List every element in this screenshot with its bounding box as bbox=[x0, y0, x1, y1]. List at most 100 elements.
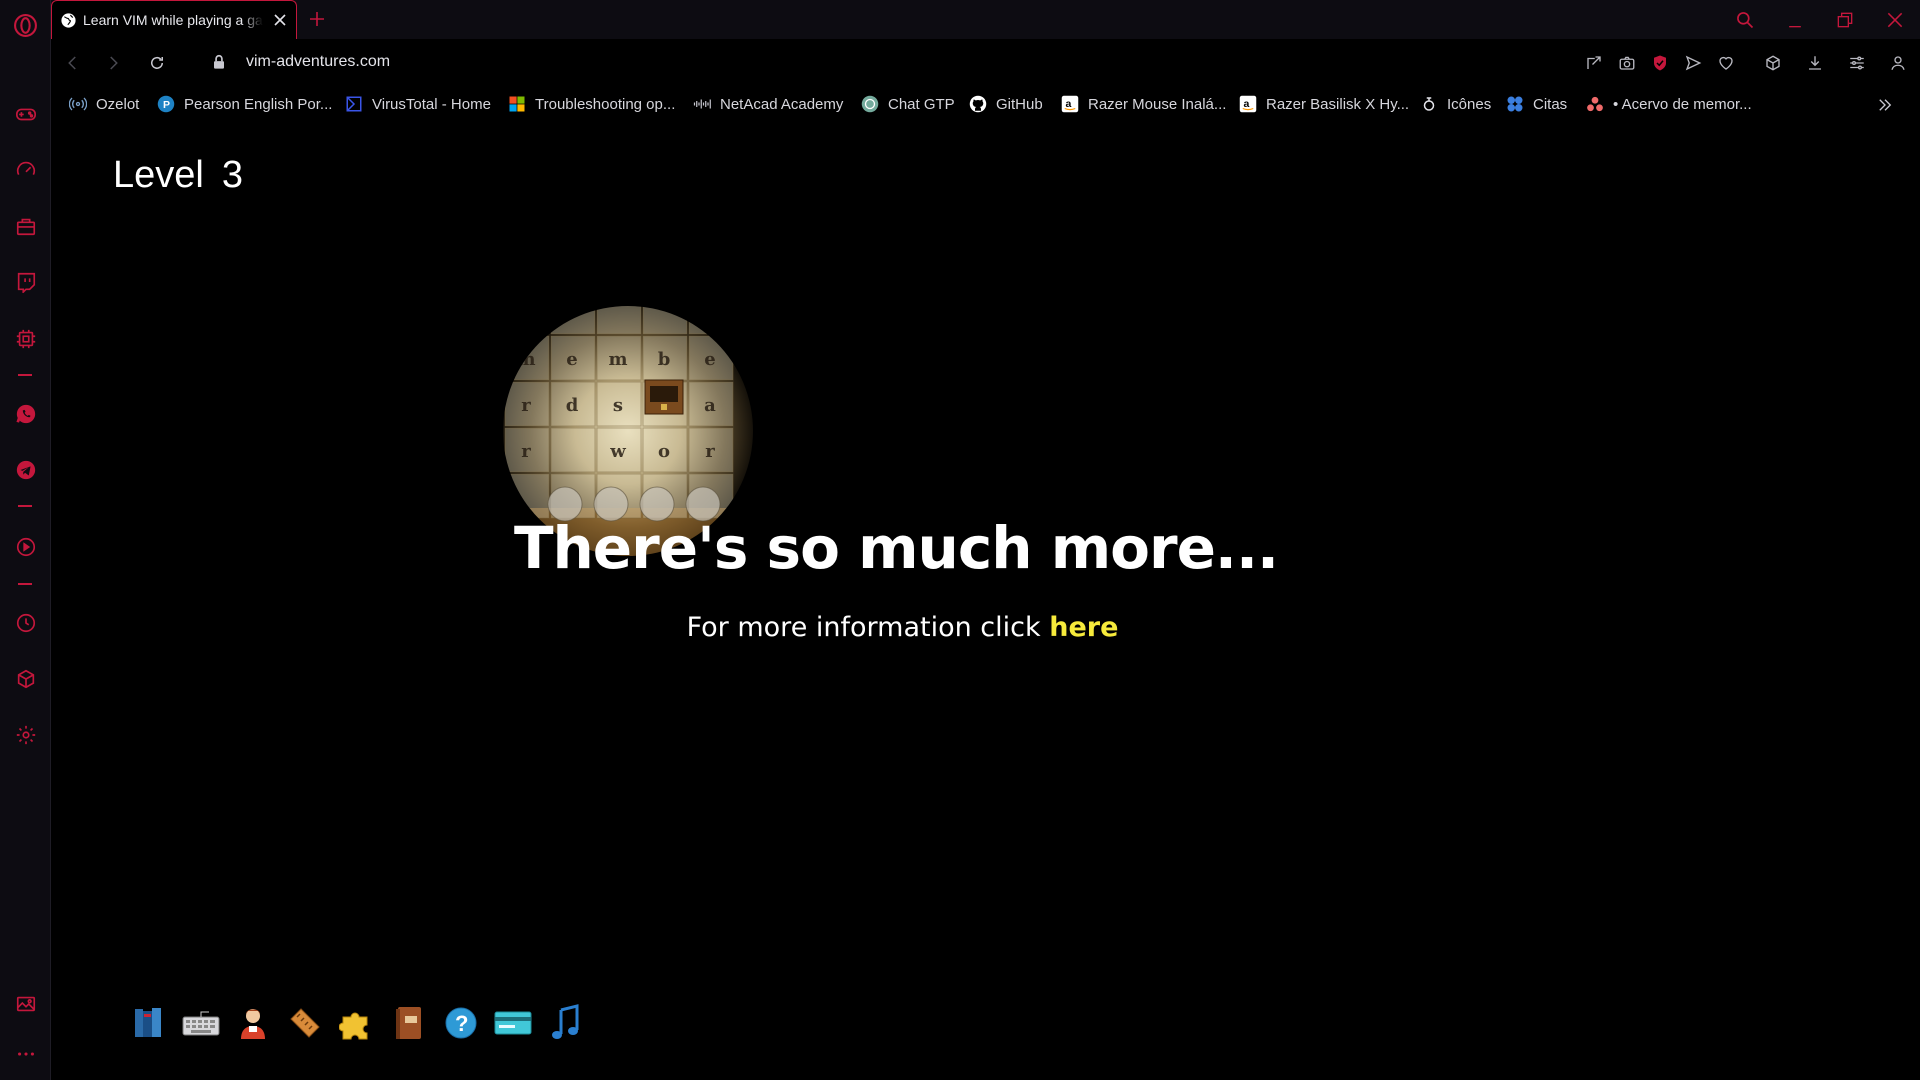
download-icon[interactable] bbox=[1803, 51, 1827, 75]
help-icon[interactable]: ? bbox=[439, 1001, 483, 1045]
bookmark-item[interactable]: Citas bbox=[1506, 92, 1567, 116]
bookmark-item[interactable]: VirusTotal - Home bbox=[345, 92, 491, 116]
svg-text:?: ? bbox=[455, 1011, 468, 1036]
bookmark-label: Pearson English Por... bbox=[184, 95, 333, 113]
sidebar bbox=[0, 0, 51, 1080]
extensions-cube-icon[interactable] bbox=[1761, 51, 1785, 75]
grid-letter: w bbox=[609, 441, 626, 462]
search-tabs-icon[interactable] bbox=[1733, 8, 1757, 32]
bookmark-label: VirusTotal - Home bbox=[372, 95, 491, 113]
send-icon[interactable] bbox=[1681, 51, 1705, 75]
snapshot-icon[interactable] bbox=[1615, 51, 1639, 75]
bookmark-item[interactable]: Ozelot bbox=[69, 92, 139, 116]
settings-icon[interactable] bbox=[13, 722, 38, 747]
music-icon[interactable] bbox=[543, 1001, 587, 1045]
url-field[interactable]: vim-adventures.com bbox=[246, 53, 390, 71]
grid-tile bbox=[504, 473, 550, 519]
globe-icon bbox=[61, 12, 76, 28]
cisco-icon bbox=[693, 95, 711, 113]
character-icon[interactable] bbox=[231, 1001, 275, 1045]
close-tab-icon[interactable] bbox=[272, 12, 288, 28]
grid-tile bbox=[504, 306, 550, 335]
forward-icon[interactable] bbox=[101, 51, 125, 75]
store-icon[interactable] bbox=[13, 213, 38, 238]
book-icon[interactable] bbox=[387, 1001, 431, 1045]
vpn-shield-icon[interactable] bbox=[1648, 51, 1672, 75]
puzzle-icon[interactable] bbox=[335, 1001, 379, 1045]
grid-letter: r bbox=[705, 441, 715, 462]
grid-letter: b bbox=[658, 349, 671, 370]
reload-icon[interactable] bbox=[145, 51, 169, 75]
close-window-icon[interactable] bbox=[1883, 8, 1907, 32]
cpu-icon[interactable] bbox=[13, 326, 38, 351]
back-icon[interactable] bbox=[61, 51, 85, 75]
bookmark-item[interactable]: Chat GTP bbox=[861, 92, 955, 116]
grid-letter: m bbox=[608, 349, 627, 370]
level-indicator: Level 3 bbox=[113, 154, 243, 197]
grid-tile bbox=[550, 427, 596, 473]
lock-icon[interactable] bbox=[209, 52, 229, 72]
grid-tile bbox=[688, 306, 734, 335]
icones-icon bbox=[1420, 95, 1438, 113]
bookmark-item[interactable]: a Razer Basilisk X Hy... bbox=[1239, 92, 1409, 116]
svg-text:a: a bbox=[1066, 98, 1072, 110]
minimize-icon[interactable] bbox=[1783, 8, 1807, 32]
restore-icon[interactable] bbox=[1833, 8, 1857, 32]
more-icon[interactable] bbox=[13, 1041, 38, 1066]
edit-share-icon[interactable] bbox=[1582, 51, 1606, 75]
headline: There's so much more... bbox=[513, 514, 1279, 582]
bookmark-item[interactable]: GitHub bbox=[969, 92, 1043, 116]
keyboard-icon[interactable] bbox=[179, 1001, 223, 1045]
profile-icon[interactable] bbox=[1886, 51, 1910, 75]
new-tab-icon[interactable] bbox=[306, 8, 328, 30]
opera-logo-icon[interactable] bbox=[13, 13, 38, 38]
bookmark-label: Razer Basilisk X Hy... bbox=[1266, 95, 1410, 113]
bookmark-label: NetAcad Academy bbox=[720, 95, 844, 113]
chest-icon bbox=[644, 379, 684, 415]
address-bar: vim-adventures.com bbox=[51, 39, 1920, 87]
books-icon[interactable] bbox=[127, 1001, 171, 1045]
grid-tile bbox=[642, 306, 688, 335]
inventory-tray: ? bbox=[127, 1001, 595, 1045]
ozelot-icon bbox=[69, 95, 87, 113]
amazon-icon: a bbox=[1061, 95, 1079, 113]
bookmark-item[interactable]: NetAcad Academy bbox=[693, 92, 843, 116]
heart-icon[interactable] bbox=[1714, 51, 1738, 75]
whatsapp-icon[interactable] bbox=[13, 401, 38, 426]
bookmark-item[interactable]: P Pearson English Por... bbox=[157, 92, 332, 116]
sidebar-separator bbox=[18, 374, 32, 376]
bookmark-item[interactable]: a Razer Mouse Inalá... bbox=[1061, 92, 1226, 116]
here-link[interactable]: here bbox=[1049, 612, 1118, 643]
bookmark-label: GitHub bbox=[996, 95, 1043, 113]
bookmark-label: Chat GTP bbox=[888, 95, 955, 113]
level-number: 3 bbox=[221, 154, 243, 196]
bookmark-label: • Acervo de memor... bbox=[1613, 95, 1752, 113]
level-label: Level bbox=[113, 154, 204, 196]
bookmark-label: Razer Mouse Inalá... bbox=[1088, 95, 1227, 113]
title-bar: Learn VIM while playing a game bbox=[51, 0, 1920, 39]
bookmark-item[interactable]: Icônes bbox=[1420, 92, 1491, 116]
speedometer-icon[interactable] bbox=[13, 157, 38, 182]
player-icon[interactable] bbox=[13, 534, 38, 559]
grid-letter: r bbox=[521, 395, 531, 416]
card-icon[interactable] bbox=[491, 1001, 535, 1045]
twitch-icon[interactable] bbox=[13, 269, 38, 294]
history-icon[interactable] bbox=[13, 610, 38, 635]
cube-icon[interactable] bbox=[13, 666, 38, 691]
wallpaper-icon[interactable] bbox=[13, 991, 38, 1016]
telegram-icon[interactable] bbox=[13, 457, 38, 482]
bookmark-label: Citas bbox=[1533, 95, 1568, 113]
grid-letter: a bbox=[704, 395, 716, 416]
tab-active[interactable]: Learn VIM while playing a game bbox=[51, 0, 297, 39]
more-info-prefix: For more information click bbox=[686, 612, 1050, 643]
chevron-double-right-icon[interactable] bbox=[1876, 96, 1894, 114]
github-icon bbox=[969, 95, 987, 113]
grid-tile bbox=[596, 306, 642, 335]
svg-text:a: a bbox=[1244, 98, 1250, 110]
chatgpt-icon bbox=[861, 95, 879, 113]
gamepad-icon[interactable] bbox=[13, 101, 38, 126]
bookmark-item[interactable]: • Acervo de memor... bbox=[1586, 92, 1752, 116]
bookmark-item[interactable]: Troubleshooting op... bbox=[508, 92, 675, 116]
easy-setup-icon[interactable] bbox=[1845, 51, 1869, 75]
ruler-icon[interactable] bbox=[283, 1001, 327, 1045]
